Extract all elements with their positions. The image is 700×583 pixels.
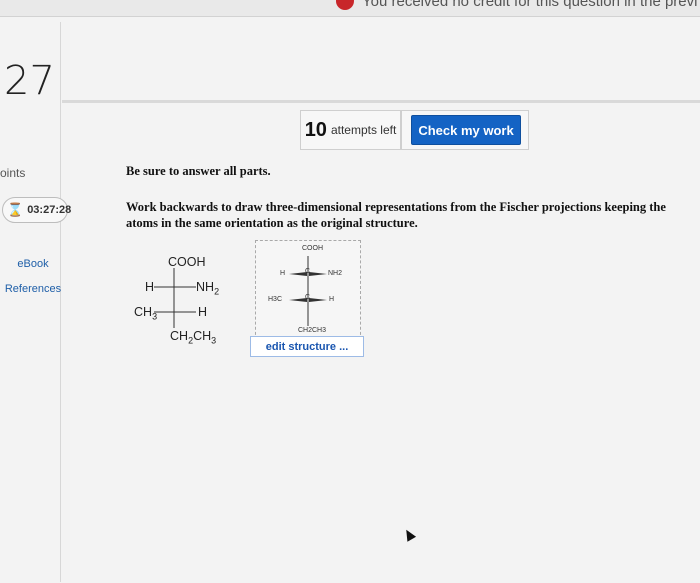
structure-row2-left: H3C (268, 296, 283, 303)
structure-row2-right: H (329, 296, 335, 303)
fischer-left-lower: CH3 (134, 305, 158, 322)
attempts-count: 10 (304, 118, 327, 141)
attempts-label: attempts left (330, 123, 397, 137)
hourglass-icon: ⌛ (7, 202, 24, 217)
notification-message: You received no credit for this question… (362, 0, 698, 10)
notification-bar: You received no credit for this question… (0, 0, 700, 17)
structure-bottom-label: CH2CH3 (298, 327, 327, 334)
instruction-heading: Be sure to answer all parts. (126, 164, 271, 178)
structure-drawing-area[interactable]: COOH H C NH2 H3C C H CH2CH3 (255, 240, 361, 340)
instruction-text: Work backwards to draw three-dimensional… (126, 200, 666, 230)
fischer-projection: COOH H NH2 CH3 H CH2CH3 (128, 250, 238, 346)
references-link[interactable]: References (0, 278, 66, 300)
check-my-work-button[interactable]: Check my work (411, 115, 521, 145)
structure-row2-center: C (305, 294, 311, 301)
question-number: 27 (4, 58, 55, 104)
timer: ⌛ 03:27:28 (2, 197, 72, 223)
mouse-cursor-icon (401, 527, 417, 542)
fischer-left-upper: H (145, 280, 155, 294)
alert-icon (336, 0, 354, 10)
fischer-top: COOH (168, 255, 206, 269)
fischer-bottom: CH2CH3 (170, 329, 217, 346)
points-label: oints (0, 166, 26, 180)
structure-row1-left: H (280, 270, 286, 277)
fischer-right-lower: H (198, 305, 208, 319)
structure-row1-center: C (305, 268, 311, 275)
attempts-indicator: 10 attempts left (300, 110, 401, 150)
fischer-right-upper: NH2 (196, 280, 220, 297)
ebook-link[interactable]: eBook (0, 253, 66, 275)
edit-structure-button[interactable]: edit structure ... (250, 336, 364, 357)
timer-value: 03:27:28 (27, 204, 72, 216)
structure-bonds (289, 256, 327, 326)
left-panel (0, 22, 61, 582)
header-divider (62, 100, 700, 103)
structure-row1-right: NH2 (328, 270, 343, 277)
structure-top-label: COOH (302, 245, 323, 252)
